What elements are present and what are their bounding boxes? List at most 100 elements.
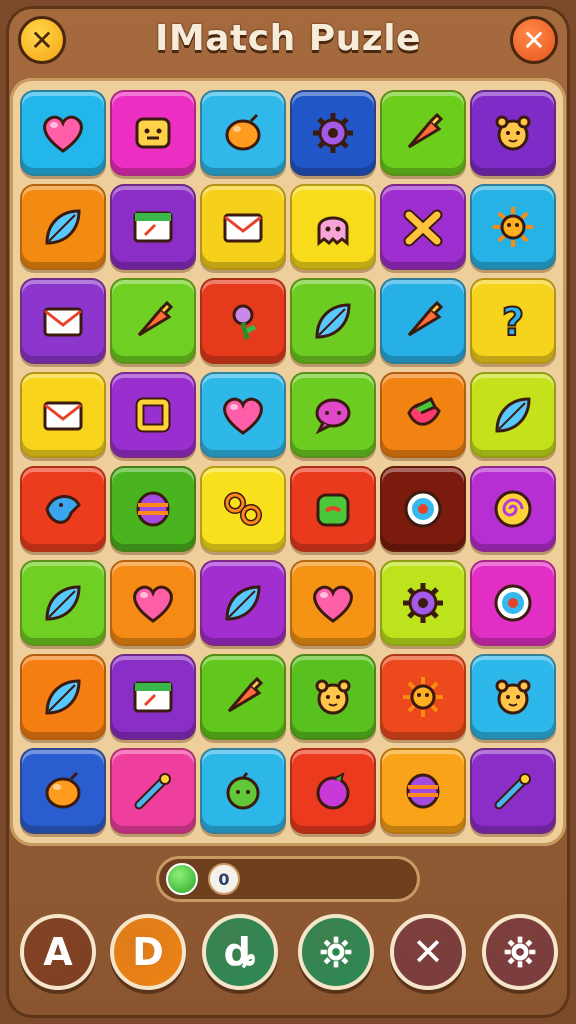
d-button[interactable]: D bbox=[110, 914, 186, 990]
envelope-icon bbox=[43, 307, 83, 337]
tile-ghost[interactable] bbox=[290, 184, 376, 270]
rings-icon bbox=[224, 492, 262, 526]
tile-cone[interactable] bbox=[110, 278, 196, 364]
tile-envelope[interactable] bbox=[20, 372, 106, 458]
tile-bear[interactable] bbox=[470, 90, 556, 176]
move-counter: 0 bbox=[208, 863, 240, 895]
a-icon: A bbox=[43, 930, 73, 974]
leaf-icon bbox=[45, 679, 81, 715]
leaf-icon bbox=[495, 397, 531, 433]
tile-leaf[interactable] bbox=[20, 654, 106, 740]
tile-square[interactable] bbox=[110, 372, 196, 458]
barrel-icon bbox=[136, 491, 170, 527]
tile-leaf[interactable] bbox=[20, 184, 106, 270]
gear-icon bbox=[313, 113, 353, 153]
close-icon-button-right[interactable]: ✕ bbox=[510, 16, 558, 64]
gear-icon bbox=[320, 936, 352, 968]
bubble-icon bbox=[315, 398, 351, 435]
tile-cone[interactable] bbox=[200, 654, 286, 740]
gear-icon bbox=[504, 936, 536, 968]
pepper-icon bbox=[407, 396, 441, 426]
tile-berry[interactable] bbox=[290, 748, 376, 834]
heart-icon bbox=[223, 397, 263, 435]
accessibility-icon: ȡ bbox=[223, 930, 257, 974]
tile-heart[interactable] bbox=[200, 372, 286, 458]
target-icon bbox=[404, 490, 442, 528]
tile-envelope[interactable] bbox=[200, 184, 286, 270]
envelope-icon bbox=[223, 213, 263, 243]
tile-bear[interactable] bbox=[470, 654, 556, 740]
cross-icon bbox=[403, 209, 443, 247]
tile-lemon[interactable] bbox=[200, 90, 286, 176]
puzzle-board: ? bbox=[10, 78, 566, 846]
berry-icon bbox=[316, 772, 350, 810]
lemon-icon bbox=[45, 771, 81, 809]
tile-cone[interactable] bbox=[380, 90, 466, 176]
close-icon: ✕ bbox=[412, 930, 444, 974]
tile-wand[interactable] bbox=[470, 748, 556, 834]
tile-gear[interactable] bbox=[290, 90, 376, 176]
tile-leaf[interactable] bbox=[470, 372, 556, 458]
tile-bear[interactable] bbox=[290, 654, 376, 740]
fruit-icon bbox=[226, 772, 260, 810]
tile-sun[interactable] bbox=[380, 654, 466, 740]
tile-block[interactable] bbox=[110, 90, 196, 176]
tile-cup[interactable] bbox=[290, 466, 376, 552]
tile-lemon[interactable] bbox=[20, 748, 106, 834]
square-icon bbox=[135, 397, 171, 433]
block-icon bbox=[135, 117, 171, 149]
tile-pepper[interactable] bbox=[380, 372, 466, 458]
tile-leaf[interactable] bbox=[200, 560, 286, 646]
tile-bubble[interactable] bbox=[290, 372, 376, 458]
tile-bird[interactable] bbox=[20, 466, 106, 552]
progress-bar: 0 bbox=[156, 856, 420, 902]
tile-wand[interactable] bbox=[110, 748, 196, 834]
tile-sun[interactable] bbox=[470, 184, 556, 270]
tile-heart[interactable] bbox=[290, 560, 376, 646]
bear-icon bbox=[495, 115, 531, 151]
bear-icon bbox=[315, 679, 351, 715]
game-title: IMatch Puzle bbox=[155, 18, 421, 59]
heart-icon bbox=[313, 585, 353, 623]
tile-heart[interactable] bbox=[20, 90, 106, 176]
tile-target[interactable] bbox=[470, 560, 556, 646]
tile-leaf[interactable] bbox=[290, 278, 376, 364]
move-count: 0 bbox=[218, 869, 230, 889]
tile-barrel[interactable] bbox=[110, 466, 196, 552]
cone-icon bbox=[407, 300, 444, 337]
barrel-icon bbox=[406, 773, 440, 809]
tile-envelope[interactable] bbox=[20, 278, 106, 364]
bear-icon bbox=[495, 679, 531, 715]
tile-question[interactable]: ? bbox=[470, 278, 556, 364]
envelope-icon bbox=[43, 401, 83, 431]
leaf-icon bbox=[45, 585, 81, 621]
tile-spiral[interactable] bbox=[470, 466, 556, 552]
heart-icon bbox=[43, 115, 83, 153]
wand-icon bbox=[134, 773, 171, 810]
question-icon: ? bbox=[501, 299, 525, 345]
tile-target[interactable] bbox=[380, 466, 466, 552]
target-icon bbox=[494, 584, 532, 622]
svg-text:?: ? bbox=[502, 300, 524, 344]
tile-barrel[interactable] bbox=[380, 748, 466, 834]
lemon-icon bbox=[225, 113, 261, 151]
tile-card[interactable] bbox=[110, 184, 196, 270]
tile-gear[interactable] bbox=[380, 560, 466, 646]
tile-heart[interactable] bbox=[110, 560, 196, 646]
tile-leaf[interactable] bbox=[20, 560, 106, 646]
tile-cross[interactable] bbox=[380, 184, 466, 270]
tile-cone[interactable] bbox=[380, 278, 466, 364]
tile-flower[interactable] bbox=[200, 278, 286, 364]
tile-rings[interactable] bbox=[200, 466, 286, 552]
options-button[interactable] bbox=[482, 914, 558, 990]
a-button[interactable]: A bbox=[20, 914, 96, 990]
tile-card[interactable] bbox=[110, 654, 196, 740]
settings-button[interactable] bbox=[298, 914, 374, 990]
accessibility-button[interactable]: ȡ bbox=[202, 914, 278, 990]
tile-fruit[interactable] bbox=[200, 748, 286, 834]
heart-icon bbox=[133, 585, 173, 623]
d-icon: D bbox=[132, 930, 164, 974]
wand-icon bbox=[494, 773, 531, 810]
bird-icon bbox=[45, 495, 81, 524]
close-button[interactable]: ✕ bbox=[390, 914, 466, 990]
